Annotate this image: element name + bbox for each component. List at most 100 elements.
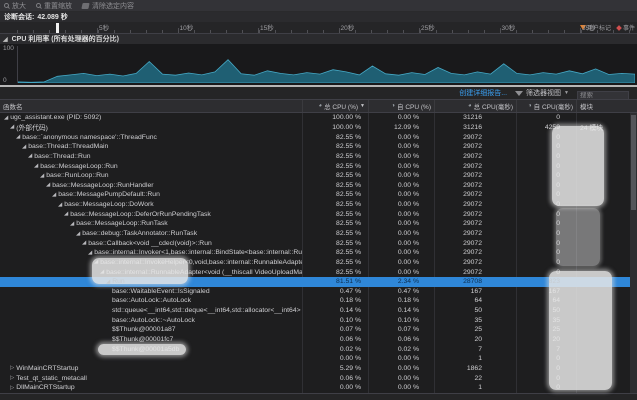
collapse-node-icon[interactable]: ◢ (70, 221, 74, 227)
table-row[interactable]: $$Thunk@00001a870.07 %0.07 %2525 (0, 325, 637, 335)
cpu-chart-plot[interactable] (17, 46, 635, 83)
column-self-cpu-ms[interactable]: ◑ 自 CPU(毫秒) (516, 100, 576, 112)
collapse-node-icon[interactable]: ◢ (28, 153, 32, 159)
collapse-node-icon[interactable]: ◢ (64, 211, 68, 217)
table-row[interactable]: ◢ugc_assistant.exe (PID: 5092)100.00 %0.… (0, 113, 637, 123)
reset-zoom-button[interactable]: 重置缩放 (36, 1, 72, 11)
collapse-node-icon[interactable]: ◢ (58, 202, 62, 208)
self-cpu-pct-cell: 0.06 % (368, 335, 434, 345)
total-cpu-pct-cell: 0.10 % (302, 315, 368, 325)
function-name: DllMainCRTStartup (16, 384, 74, 391)
table-row[interactable]: ▷DllMainCRTStartup0.00 %0.00 %10 (0, 383, 637, 393)
ruler-major-tick (580, 28, 581, 33)
scrollbar-thumb[interactable] (631, 115, 636, 210)
collapse-node-icon[interactable]: ◢ (22, 144, 26, 150)
table-row[interactable]: ◢base::MessagePumpDefault::Run82.55 %0.0… (0, 190, 637, 200)
collapse-node-icon[interactable]: ◢ (4, 115, 8, 121)
self-cpu-pct-cell: 0.07 % (368, 325, 434, 335)
function-name-cell: $$Thunk@00001fc7 (0, 335, 302, 345)
filter-view-dropdown[interactable]: 筛选器视图 ▼ (515, 88, 569, 98)
ruler-tick (130, 30, 131, 33)
table-row[interactable]: ◢base::`anonymous namespace'::ThreadFunc… (0, 132, 637, 142)
total-cpu-ms-cell: 29072 (434, 238, 516, 248)
collapse-node-icon[interactable]: ◢ (46, 182, 50, 188)
ruler-tick (49, 30, 50, 33)
total-cpu-ms-cell: 29072 (434, 190, 516, 200)
column-total-cpu-pct[interactable]: ◕ 总 CPU (%) ▼ (302, 100, 368, 112)
table-row[interactable]: $$Thunk@00001a5db0.02 %0.02 %77 (0, 344, 637, 354)
ruler-major-tick (97, 28, 98, 33)
clear-selection-button[interactable]: 清除选定内容 (82, 1, 134, 11)
cpu-utilization-chart[interactable]: 100 0 (0, 44, 637, 87)
total-cpu-pct-cell: 82.55 % (302, 219, 368, 229)
total-cpu-pct-cell: 82.55 % (302, 152, 368, 162)
collapse-node-icon[interactable]: ◢ (52, 192, 56, 198)
zoom-in-button[interactable]: 放大 (4, 1, 26, 11)
ruler-tick-label: 15秒 (260, 22, 274, 32)
collapse-node-icon[interactable]: ◢ (34, 163, 38, 169)
table-row[interactable]: ◢base::Thread::ThreadMain82.55 %0.00 %29… (0, 142, 637, 152)
vertical-scrollbar[interactable] (630, 113, 637, 393)
collapse-node-icon[interactable]: ◢ (40, 173, 44, 179)
collapse-node-icon[interactable]: ◢ (10, 124, 14, 130)
table-row[interactable]: ◢base::RunLoop::Run82.55 %0.00 %290720 (0, 171, 637, 181)
total-cpu-pct-cell: 82.55 % (302, 248, 368, 258)
self-cpu-pct-cell: 0.14 % (368, 306, 434, 316)
expand-node-icon[interactable]: ▷ (10, 375, 14, 381)
expand-node-icon[interactable]: ▷ (10, 385, 14, 391)
collapse-node-icon[interactable]: ◢ (82, 240, 86, 246)
function-name-cell: ◢ugc_assistant.exe (PID: 5092) (0, 113, 302, 123)
table-row[interactable]: ◢base::MessageLoop::Run82.55 %0.00 %2907… (0, 161, 637, 171)
function-name: $$Thunk@00001a87 (112, 326, 176, 333)
table-row[interactable]: $$Thunk@00001fc70.06 %0.06 %2020 (0, 335, 637, 345)
function-name-cell: base::AutoLock::AutoLock (0, 296, 302, 306)
table-row[interactable]: ◢base::MessageLoop::RunHandler82.55 %0.0… (0, 180, 637, 190)
table-row[interactable]: ◢base::debug::TaskAnnotator::RunTask82.5… (0, 229, 637, 239)
table-row[interactable]: base::AutoLock::~AutoLock0.10 %0.10 %353… (0, 315, 637, 325)
function-name-cell: base::AutoLock::~AutoLock (0, 315, 302, 325)
total-cpu-ms-cell: 64 (434, 296, 516, 306)
total-cpu-ms-cell: 25 (434, 325, 516, 335)
collapse-node-icon[interactable]: ◢ (76, 231, 80, 237)
self-cpu-ms-icon: ◑ (528, 103, 532, 109)
table-row[interactable]: 0.00 %0.00 %10 (0, 354, 637, 364)
column-total-cpu-ms[interactable]: ◕ 总 CPU(毫秒) (434, 100, 516, 112)
cpu-chart-header[interactable]: ◢ CPU 利用率 (所有处理器的百分比) (0, 34, 637, 44)
table-row[interactable]: ◢base::internal::Invoker<1,base::interna… (0, 248, 637, 258)
table-row[interactable]: ◢base::Thread::Run82.55 %0.00 %290720 (0, 152, 637, 162)
total-cpu-pct-cell: 82.55 % (302, 258, 368, 268)
table-row[interactable]: ▷Test_qt_static_metacall0.06 %0.00 %220 (0, 373, 637, 383)
function-name-cell: ◢base::Callback<void __cdecl(void)>::Run (0, 238, 302, 248)
collapse-node-icon[interactable]: ◢ (88, 250, 92, 256)
timeline-current-marker[interactable] (56, 23, 59, 33)
collapse-node-icon[interactable]: ◢ (16, 134, 20, 140)
column-module[interactable]: 模块 (576, 100, 637, 112)
total-cpu-ms-cell: 1862 (434, 364, 516, 374)
table-row[interactable]: ▷WinMainCRTStartup5.29 %0.00 %18620 (0, 364, 637, 374)
table-row[interactable]: ◢base::MessageLoop::RunTask82.55 %0.00 %… (0, 219, 637, 229)
table-row[interactable]: ◢base::Callback<void __cdecl(void)>::Run… (0, 238, 637, 248)
table-row[interactable]: base::AutoLock::AutoLock0.18 %0.18 %6464 (0, 296, 637, 306)
table-row[interactable]: ◢(外部代码)100.00 %12.09 %31216425924 模块 (0, 123, 637, 133)
collapse-icon[interactable]: ◢ (3, 36, 8, 43)
total-cpu-pct-cell: 82.55 % (302, 171, 368, 181)
filter-view-label: 筛选器视图 (526, 88, 561, 98)
table-row[interactable]: ◢base::MessageLoop::DeferOrRunPendingTas… (0, 209, 637, 219)
ruler-tick (162, 30, 163, 33)
expand-node-icon[interactable]: ▷ (10, 365, 14, 371)
table-row[interactable]: base::WaitableEvent::IsSignaled0.47 %0.4… (0, 287, 637, 297)
timeline-ruler[interactable]: 用户标记 事件 5秒10秒15秒20秒25秒30秒35秒 (0, 22, 637, 34)
table-row[interactable]: ◢base::MessageLoop::DoWork82.55 %0.00 %2… (0, 200, 637, 210)
create-detailed-report-link[interactable]: 创建详细报告... (459, 88, 507, 98)
column-self-cpu-pct[interactable]: ◑ 自 CPU (%) (368, 100, 434, 112)
self-cpu-pct-cell: 0.00 % (368, 200, 434, 210)
total-cpu-pct-cell: 82.55 % (302, 180, 368, 190)
search-input[interactable] (577, 91, 629, 100)
total-cpu-ms-cell: 29072 (434, 161, 516, 171)
self-cpu-pct-cell: 0.02 % (368, 344, 434, 354)
total-cpu-ms-cell: 29072 (434, 229, 516, 239)
column-function-name[interactable]: 函数名 (0, 100, 302, 112)
function-name: base::MessagePumpDefault::Run (58, 191, 160, 198)
function-name-cell: ◢base::MessageLoop::DoWork (0, 200, 302, 210)
table-row[interactable]: std::queue<__int64,std::deque<__int64,st… (0, 306, 637, 316)
